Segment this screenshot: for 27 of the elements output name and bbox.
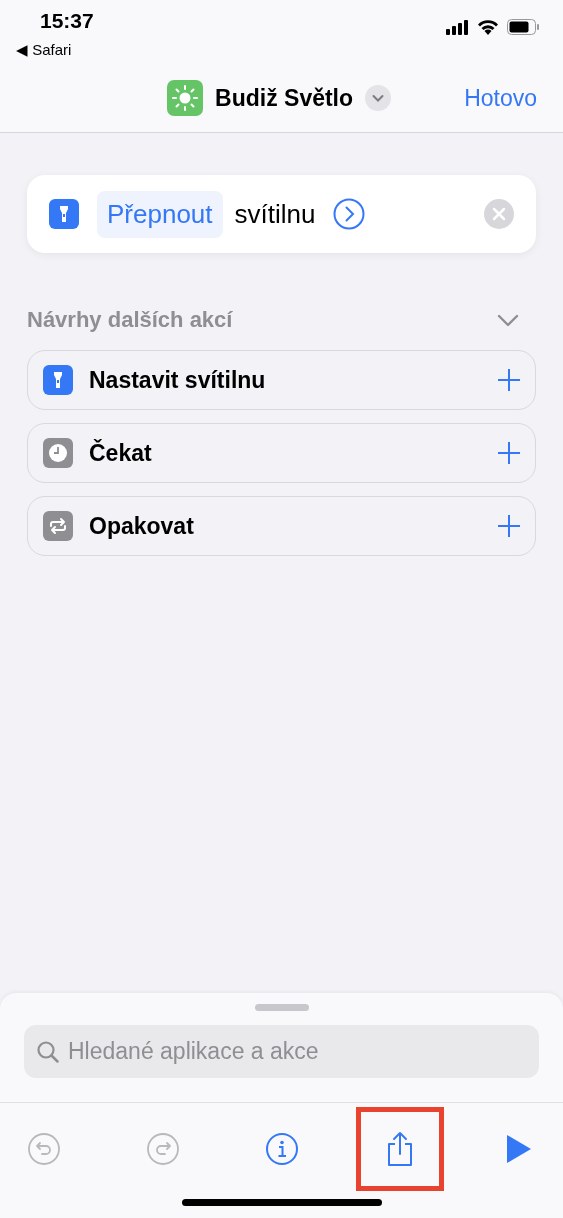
search-field[interactable]: Hledané aplikace a akce	[24, 1025, 539, 1078]
sun-icon[interactable]	[167, 80, 204, 116]
status-time: 15:37	[39, 8, 94, 31]
add-icon[interactable]	[498, 515, 520, 537]
search-icon	[36, 1040, 60, 1064]
chevron-right-circle-icon[interactable]	[333, 198, 366, 230]
done-button[interactable]: Hotovo	[464, 80, 537, 116]
add-icon[interactable]	[498, 442, 520, 464]
add-icon[interactable]	[498, 369, 520, 391]
suggestion-row[interactable]: Čekat	[27, 423, 536, 483]
battery-icon	[507, 19, 539, 35]
toggle-parameter[interactable]: Přepnout	[97, 190, 223, 238]
flashlight-icon	[49, 199, 79, 229]
info-icon[interactable]	[264, 1132, 299, 1166]
play-icon[interactable]	[506, 1134, 532, 1164]
suggestion-label: Čekat	[89, 438, 153, 468]
action-object: svítilnu	[234, 197, 316, 231]
signal-icon	[446, 19, 469, 35]
section-title: Návrhy dalších akcí	[27, 306, 233, 334]
suggestion-label: Opakovat	[89, 511, 195, 541]
wifi-icon	[477, 19, 499, 35]
shortcut-title[interactable]: Budiž Světlo	[215, 80, 354, 116]
suggestion-row[interactable]: Opakovat	[27, 496, 536, 556]
suggestion-row[interactable]: Nastavit svítilnu	[27, 350, 536, 410]
suggestion-label: Nastavit svítilnu	[89, 365, 267, 395]
back-to-app-link[interactable]: ◀ Safari	[16, 31, 94, 62]
chevron-down-icon[interactable]	[365, 85, 392, 111]
